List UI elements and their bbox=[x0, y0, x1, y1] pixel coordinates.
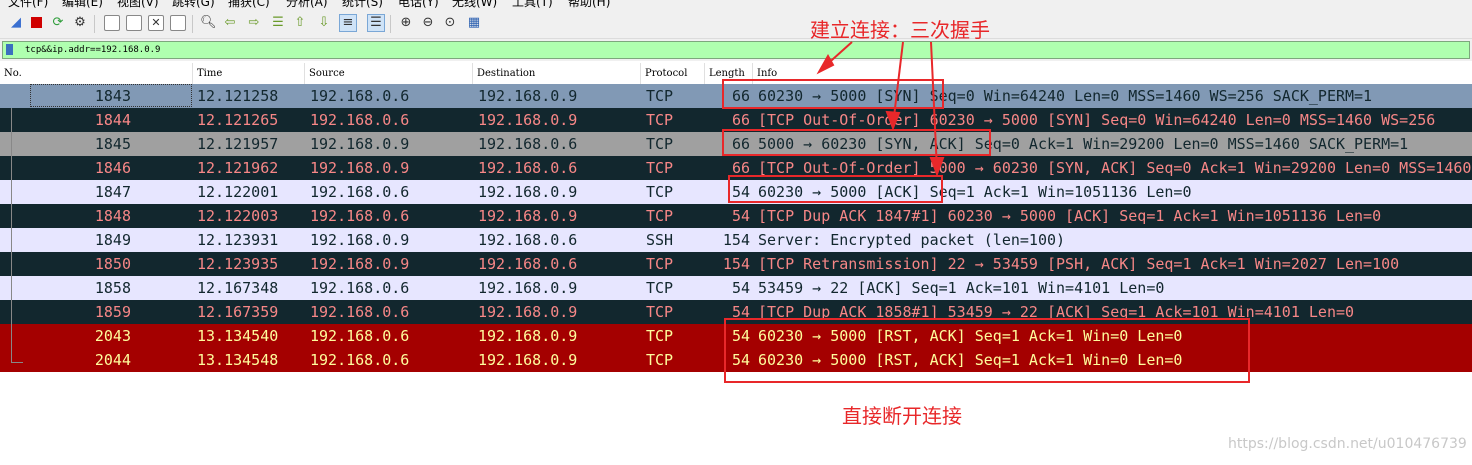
annotation-arrows bbox=[816, 41, 945, 177]
arrowhead-ack bbox=[929, 157, 945, 177]
watermark: https://blog.csdn.net/u010476739 bbox=[1228, 436, 1467, 452]
arrowhead-synack bbox=[885, 110, 901, 131]
arrow-to-ack bbox=[930, 41, 938, 171]
arrowhead-syn bbox=[816, 53, 835, 75]
